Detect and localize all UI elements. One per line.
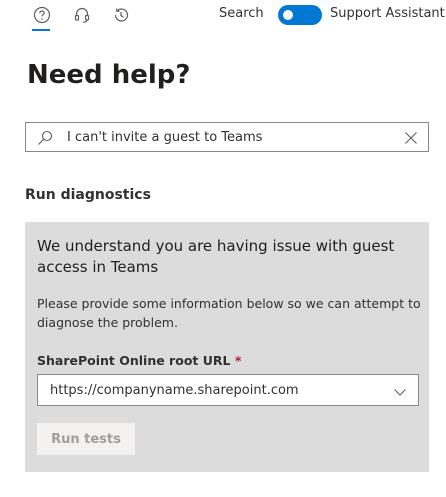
- required-marker: *: [234, 353, 242, 368]
- search-input[interactable]: I can't invite a guest to Teams: [25, 122, 429, 152]
- top-toolbar: Search Support Assistant: [0, 0, 446, 40]
- chevron-down-icon[interactable]: [393, 384, 407, 398]
- search-input-value[interactable]: I can't invite a guest to Teams: [67, 130, 262, 145]
- section-title-diagnostics: Run diagnostics: [25, 187, 151, 203]
- search-mode-label: Search: [219, 6, 264, 21]
- assistant-toggle[interactable]: [278, 5, 322, 25]
- clear-icon[interactable]: [404, 130, 418, 144]
- toggle-knob: [283, 10, 293, 20]
- search-icon: [36, 129, 54, 147]
- dropdown-value: https://companyname.sharepoint.com: [50, 383, 299, 398]
- sharepoint-url-dropdown[interactable]: https://companyname.sharepoint.com: [37, 374, 419, 406]
- help-icon[interactable]: [32, 5, 52, 25]
- diagnostics-panel: We understand you are having issue with …: [25, 222, 429, 472]
- sharepoint-url-label: SharePoint Online root URL *: [37, 353, 241, 368]
- active-tab-indicator: [32, 29, 50, 31]
- field-label-text: SharePoint Online root URL: [37, 353, 231, 368]
- page-title: Need help?: [27, 60, 191, 90]
- diagnostics-description: Please provide some information below so…: [37, 296, 421, 330]
- diagnostics-heading: We understand you are having issue with …: [37, 237, 395, 276]
- headset-icon[interactable]: [72, 5, 92, 25]
- run-tests-button[interactable]: Run tests: [37, 423, 135, 455]
- history-icon[interactable]: [111, 5, 131, 25]
- support-assistant-label: Support Assistant: [330, 6, 445, 21]
